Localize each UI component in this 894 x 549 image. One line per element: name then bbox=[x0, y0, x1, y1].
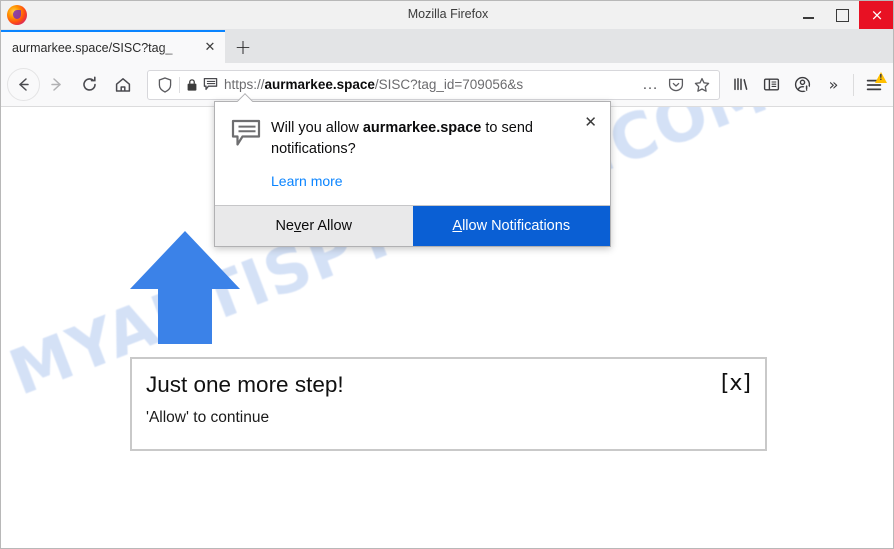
never-allow-button[interactable]: Ne v er Allow bbox=[215, 206, 413, 247]
popup-pointer-arrow bbox=[237, 93, 253, 102]
minimize-button[interactable] bbox=[791, 1, 825, 29]
deny-label-before: Ne bbox=[275, 218, 294, 235]
update-warning-badge-icon bbox=[875, 72, 887, 83]
permission-question: Will you allow aurmarkee.space to send n… bbox=[271, 118, 596, 159]
deny-label-accel: v bbox=[294, 218, 302, 235]
question-prefix: Will you allow bbox=[271, 120, 363, 136]
popup-close-icon[interactable]: ✕ bbox=[584, 115, 597, 130]
toolbar-divider bbox=[853, 73, 854, 96]
tab-title: aurmarkee.space/SISC?tag_ bbox=[12, 40, 173, 55]
popup-text-block: Will you allow aurmarkee.space to send n… bbox=[265, 118, 596, 191]
hamburger-menu-button[interactable] bbox=[858, 69, 889, 100]
maximize-button[interactable] bbox=[825, 1, 859, 29]
page-actions-icon[interactable]: … bbox=[637, 72, 663, 98]
window-controls: × bbox=[791, 1, 893, 29]
notification-permission-icon[interactable] bbox=[200, 77, 220, 92]
address-domain: aurmarkee.space bbox=[264, 77, 375, 92]
bookmark-star-icon[interactable] bbox=[689, 72, 715, 98]
back-button[interactable] bbox=[7, 68, 40, 101]
firefox-logo-icon bbox=[7, 5, 27, 25]
urlbar-divider bbox=[179, 76, 180, 93]
library-icon[interactable] bbox=[725, 69, 756, 100]
allow-notifications-button[interactable]: Allow Notifications bbox=[412, 206, 610, 247]
notification-bubble-icon bbox=[231, 118, 265, 191]
deny-label-after: er Allow bbox=[301, 218, 353, 235]
address-bar[interactable]: https://aurmarkee.space/SISC?tag_id=7090… bbox=[147, 69, 720, 100]
allow-label-accel: A bbox=[452, 218, 463, 235]
sidebar-icon[interactable] bbox=[756, 69, 787, 100]
page-message-subtitle: 'Allow' to continue bbox=[146, 408, 270, 426]
question-domain: aurmarkee.space bbox=[362, 120, 482, 136]
forward-button[interactable] bbox=[40, 68, 73, 101]
page-message-title: Just one more step! bbox=[146, 372, 344, 397]
tracking-protection-shield-icon[interactable] bbox=[154, 76, 176, 93]
title-bar: Mozilla Firefox × bbox=[1, 1, 893, 29]
learn-more-link[interactable]: Learn more bbox=[271, 173, 343, 189]
tab-strip: aurmarkee.space/SISC?tag_ ✕ + bbox=[1, 29, 893, 63]
reload-button[interactable] bbox=[73, 68, 106, 101]
close-window-button[interactable]: × bbox=[859, 1, 893, 29]
address-path: /SISC?tag_id=709056&s bbox=[374, 77, 524, 92]
browser-tab[interactable]: aurmarkee.space/SISC?tag_ ✕ bbox=[1, 30, 225, 63]
toolbar-right-buttons: » bbox=[725, 69, 889, 100]
account-warning-icon[interactable] bbox=[787, 69, 818, 100]
notification-permission-popup: Will you allow aurmarkee.space to send n… bbox=[214, 101, 611, 248]
save-to-pocket-icon[interactable] bbox=[663, 72, 689, 98]
popup-action-buttons: Ne v er Allow Allow Notifications bbox=[215, 205, 610, 247]
home-button[interactable] bbox=[106, 68, 139, 101]
new-tab-button[interactable]: + bbox=[225, 30, 261, 63]
page-message-box: Just one more step! 'Allow' to continue … bbox=[130, 357, 767, 451]
overflow-chevrons-icon[interactable]: » bbox=[818, 69, 849, 100]
page-message-close-button[interactable]: [x] bbox=[721, 371, 751, 396]
address-text: https://aurmarkee.space/SISC?tag_id=7090… bbox=[224, 77, 524, 92]
allow-label-after: llow Notifications bbox=[462, 218, 571, 235]
firefox-window: Mozilla Firefox × aurmarkee.space/SISC?t… bbox=[0, 0, 894, 549]
close-tab-icon[interactable]: ✕ bbox=[201, 39, 219, 57]
padlock-icon[interactable] bbox=[183, 78, 200, 92]
window-title: Mozilla Firefox bbox=[407, 7, 489, 21]
popup-body: Will you allow aurmarkee.space to send n… bbox=[215, 102, 610, 205]
